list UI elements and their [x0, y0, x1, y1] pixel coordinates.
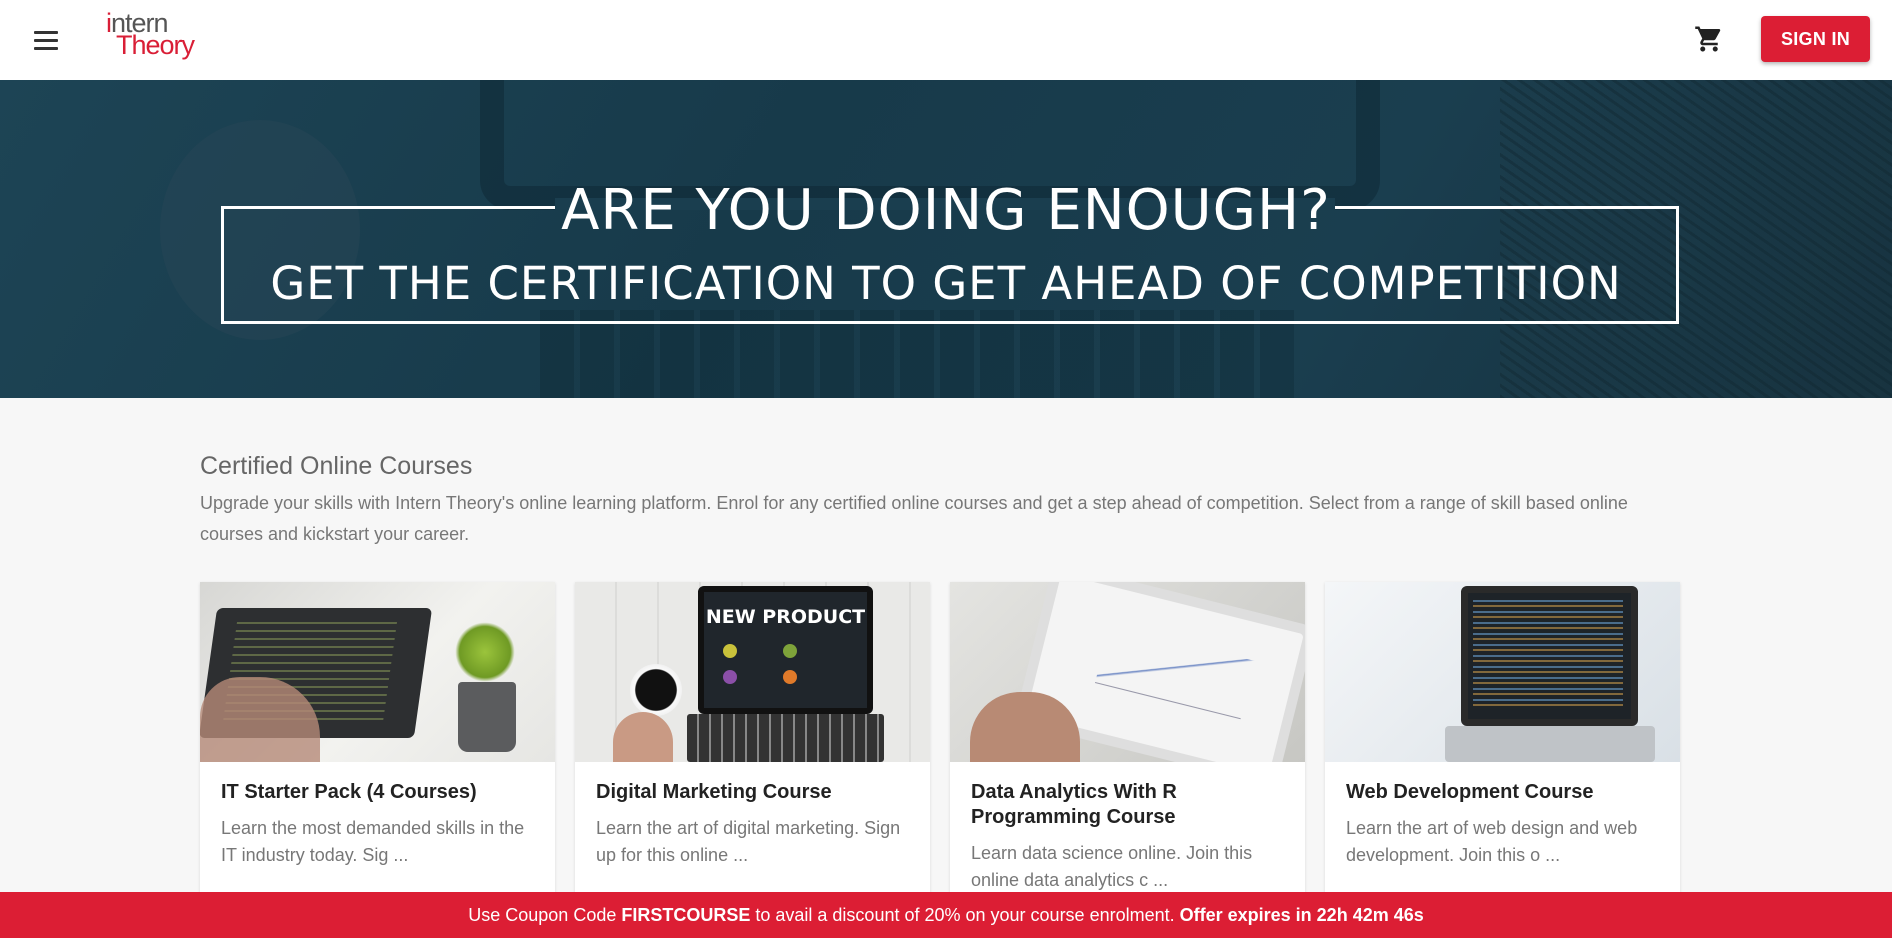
offer-countdown: Offer expires in 22h 42m 46s [1179, 904, 1424, 925]
menu-icon[interactable] [30, 25, 62, 55]
course-card[interactable]: IT Starter Pack (4 Courses) Learn the mo… [200, 582, 555, 938]
course-card[interactable]: Web Development Course Learn the art of … [1325, 582, 1680, 938]
section-description: Upgrade your skills with Intern Theory's… [200, 493, 1628, 544]
course-thumbnail: NEW PRODUCT [575, 582, 930, 762]
course-title[interactable]: Digital Marketing Course [596, 780, 911, 805]
coupon-promo-bar: Use Coupon Code FIRSTCOURSE to avail a d… [0, 892, 1892, 938]
sign-in-button[interactable]: SIGN IN [1761, 16, 1870, 62]
course-title[interactable]: Data Analytics With R Programming Course [971, 780, 1286, 830]
promo-prefix: Use Coupon Code [468, 904, 622, 925]
course-title[interactable]: IT Starter Pack (4 Courses) [221, 780, 536, 805]
coupon-code: FIRSTCOURSE [621, 904, 751, 925]
course-card[interactable]: NEW PRODUCT Digital Marketing Course Lea… [575, 582, 930, 938]
course-description: Learn data science online. Join this onl… [971, 843, 1253, 890]
cart-icon[interactable] [1694, 24, 1724, 54]
banner-subheadline: GET THE CERTIFICATION TO GET AHEAD OF CO… [270, 257, 1622, 310]
course-thumbnail [950, 582, 1305, 762]
banner-headline: ARE YOU DOING ENOUGH? [561, 178, 1331, 243]
top-app-bar: intern Theory SIGN IN [0, 0, 1892, 80]
course-description: Learn the art of digital marketing. Sign… [596, 818, 901, 865]
course-thumbnail [1325, 582, 1680, 762]
course-title[interactable]: Web Development Course [1346, 780, 1661, 805]
course-thumbnail [200, 582, 555, 762]
logo-word-theory: Theory [116, 30, 195, 60]
course-card[interactable]: Data Analytics With R Programming Course… [950, 582, 1305, 938]
intern-theory-logo[interactable]: intern Theory [106, 8, 206, 66]
course-description: Learn the most demanded skills in the IT… [221, 818, 525, 865]
thumbnail-text: NEW PRODUCT [705, 606, 866, 628]
course-description: Learn the art of web design and web deve… [1346, 818, 1638, 865]
section-title: Certified Online Courses [200, 452, 473, 480]
hero-banner: ARE YOU DOING ENOUGH? GET THE CERTIFICAT… [0, 80, 1892, 398]
promo-middle: to avail a discount of 20% on your cours… [750, 904, 1180, 925]
